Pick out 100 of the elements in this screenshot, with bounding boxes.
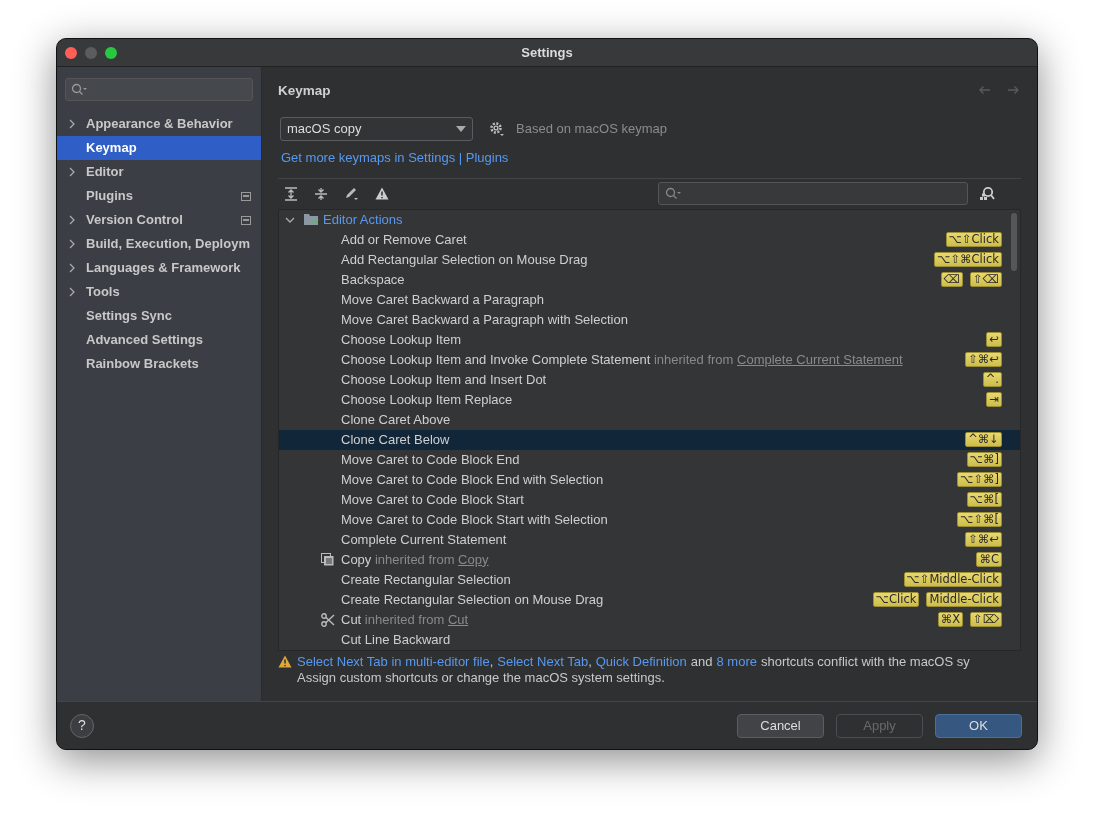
action-row[interactable]: Move Caret to Code Block End ⌥⌘] — [279, 449, 1020, 470]
warning-icon — [278, 655, 292, 668]
action-label: Complete Current Statement — [341, 531, 507, 547]
action-row[interactable]: Cut inherited from Cut ⌘X ⇧⌦ — [279, 609, 1020, 630]
shortcut-badge: ⇧⌘↩ — [965, 352, 1002, 367]
sidebar-item[interactable]: Appearance & Behavior — [57, 112, 261, 136]
action-row[interactable]: Choose Lookup Item ↩ — [279, 329, 1020, 350]
scissors-icon — [321, 612, 335, 627]
pencil-icon[interactable] — [344, 186, 359, 201]
action-label: Choose Lookup Item and Insert Dot — [341, 371, 547, 387]
action-row[interactable]: Add Rectangular Selection on Mouse Drag ⌥⇧⌘Click — [279, 249, 1020, 270]
shortcut-badge: ⌥⇧Middle-Click — [903, 572, 1002, 587]
chevron-right-icon[interactable] — [69, 287, 75, 297]
shortcut-badge: ⌥⌘[ — [966, 492, 1002, 507]
search-icon — [71, 83, 87, 96]
shortcut-badge: ⇧⌘↩ — [965, 532, 1002, 547]
action-row[interactable]: Choose Lookup Item Replace ⇥ — [279, 389, 1020, 410]
action-row[interactable]: Create Rectangular Selection on Mouse Drag ⌥Click Middle-Click — [279, 589, 1020, 610]
based-on-label: Based on macOS keymap — [516, 120, 668, 139]
dropdown-caret-icon — [456, 126, 466, 132]
sidebar-item[interactable]: Build, Execution, Deploym — [57, 232, 261, 256]
action-row[interactable]: Move Caret to Code Block Start with Selection ⌥⇧⌘[ — [279, 509, 1020, 530]
shortcut-badge: ⇧⌫ — [970, 272, 1002, 287]
action-label: Clone Caret Below — [341, 431, 450, 447]
action-row[interactable]: Backspace ⌫ ⇧⌫ — [279, 269, 1020, 290]
action-row[interactable]: Choose Lookup Item and Invoke Complete Statement inherited from Complete Current Statement ⇧⌘↩ — [279, 349, 1020, 370]
sidebar-item[interactable]: Editor — [57, 160, 261, 184]
chevron-right-icon[interactable] — [69, 119, 75, 129]
action-row[interactable]: Choose Lookup Item and Insert Dot ^. — [279, 369, 1020, 390]
action-label: Backspace — [341, 271, 405, 287]
sidebar-item[interactable]: Version Control — [57, 208, 261, 232]
help-button[interactable]: ? — [70, 713, 94, 738]
shortcut-badge: ⌥⇧⌘Click — [934, 252, 1002, 267]
conflict-link[interactable]: Quick Definition — [595, 653, 687, 670]
chevron-down-icon[interactable] — [285, 216, 295, 223]
plugins-link[interactable]: Get more keymaps in Settings | Plugins — [281, 150, 509, 165]
chevron-right-icon[interactable] — [69, 263, 75, 273]
shortcut-badge: ^⌘↓ — [965, 432, 1002, 447]
shortcut-badge: ⌥⇧Click — [945, 232, 1002, 247]
action-row[interactable]: Add or Remove Caret ⌥⇧Click — [279, 229, 1020, 250]
shortcut-badge: ⌥Click — [872, 592, 920, 607]
sidebar-item[interactable]: Languages & Framework — [57, 256, 261, 280]
conflict-link[interactable]: Select Next Tab in multi-editor file — [297, 653, 490, 670]
shortcut-badge: ⌥⇧⌘] — [957, 472, 1002, 487]
dialog-button[interactable]: OK — [935, 713, 1022, 738]
inherited-label: inherited from — [375, 551, 455, 567]
warning-note: Assign custom shortcuts or change the macOS system settings. — [296, 669, 666, 686]
warning-icon[interactable] — [375, 187, 389, 200]
conflict-link[interactable]: 8 more — [716, 653, 757, 670]
action-label: Move Caret to Code Block Start with Selection — [341, 511, 608, 527]
inherited-link[interactable]: Complete Current Statement — [737, 351, 903, 367]
shortcut-badge: ⌘X — [937, 612, 964, 627]
folder-icon — [304, 213, 319, 226]
action-label: Clone Caret Above — [341, 411, 451, 427]
keymap-dropdown[interactable]: macOS copy — [280, 117, 473, 141]
sidebar-item[interactable]: Settings Sync — [57, 304, 261, 328]
action-label: Move Caret to Code Block Start — [341, 491, 524, 507]
close-button[interactable] — [65, 47, 77, 59]
action-row[interactable]: Create Rectangular Selection ⌥⇧Middle-Click — [279, 569, 1020, 590]
action-row[interactable]: Move Caret to Code Block Start ⌥⌘[ — [279, 489, 1020, 510]
sidebar-item[interactable]: Tools — [57, 280, 261, 304]
dialog-button[interactable]: Cancel — [737, 713, 824, 738]
action-row[interactable]: Clone Caret Above — [279, 409, 1020, 430]
action-label: Create Rectangular Selection — [341, 571, 511, 587]
chevron-right-icon[interactable] — [69, 215, 75, 225]
inherited-link[interactable]: Cut — [447, 611, 469, 627]
warning-text: , — [588, 653, 592, 670]
settings-icon[interactable] — [489, 121, 505, 137]
action-row[interactable]: Clone Caret Below ^⌘↓ — [279, 429, 1020, 450]
action-row[interactable]: Move Caret Backward a Paragraph — [279, 289, 1020, 310]
expand-all-icon[interactable] — [284, 186, 298, 201]
warning-text: and — [690, 653, 713, 670]
page-title: Keymap — [278, 82, 331, 99]
scrollbar-thumb[interactable] — [1011, 212, 1017, 271]
collapse-all-icon[interactable] — [314, 186, 328, 201]
sidebar-item[interactable]: Keymap — [57, 136, 261, 160]
chevron-right-icon[interactable] — [69, 167, 75, 177]
action-row[interactable]: Cut Line Backward — [279, 629, 1020, 650]
action-label: Create Rectangular Selection on Mouse Drag — [341, 591, 604, 607]
search-field[interactable] — [65, 78, 253, 101]
sidebar-item[interactable]: Advanced Settings — [57, 328, 261, 352]
action-row[interactable]: Copy inherited from Copy ⌘C — [279, 549, 1020, 570]
action-row[interactable]: Move Caret Backward a Paragraph with Selection — [279, 309, 1020, 330]
zoom-button[interactable] — [105, 47, 117, 59]
sidebar-item[interactable]: Plugins — [57, 184, 261, 208]
sidebar-item[interactable]: Rainbow Brackets — [57, 352, 261, 376]
chevron-right-icon[interactable] — [69, 239, 75, 249]
shortcut-badge: ⇧⌦ — [970, 612, 1002, 627]
action-row[interactable]: Move Caret to Code Block End with Selection ⌥⇧⌘] — [279, 469, 1020, 490]
action-label: Move Caret to Code Block End with Selection — [341, 471, 604, 487]
action-row[interactable]: Complete Current Statement ⇧⌘↩ — [279, 529, 1020, 550]
window-title: Settings — [521, 43, 573, 62]
find-by-shortcut-icon[interactable] — [979, 185, 995, 202]
shortcut-badge: ↩ — [986, 332, 1002, 347]
inherited-link[interactable]: Copy — [458, 551, 489, 567]
shortcut-search-field[interactable] — [658, 182, 968, 205]
copy-icon — [321, 553, 334, 566]
action-label: Move Caret to Code Block End — [341, 451, 520, 467]
shortcut-badge: ⌘C — [976, 552, 1002, 567]
tree-group-label[interactable]: Editor Actions — [323, 209, 403, 230]
